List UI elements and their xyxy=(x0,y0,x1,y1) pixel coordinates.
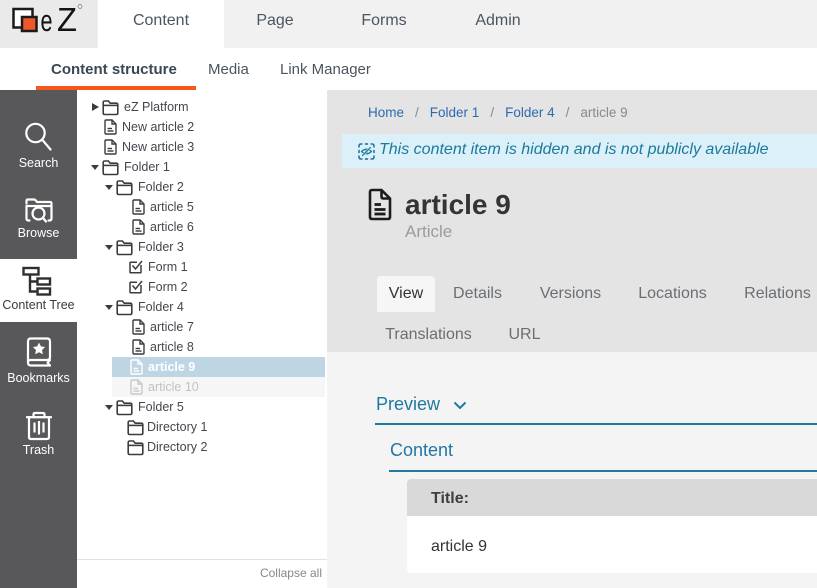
svg-text:Z: Z xyxy=(57,1,77,38)
svg-text:e: e xyxy=(41,3,53,38)
